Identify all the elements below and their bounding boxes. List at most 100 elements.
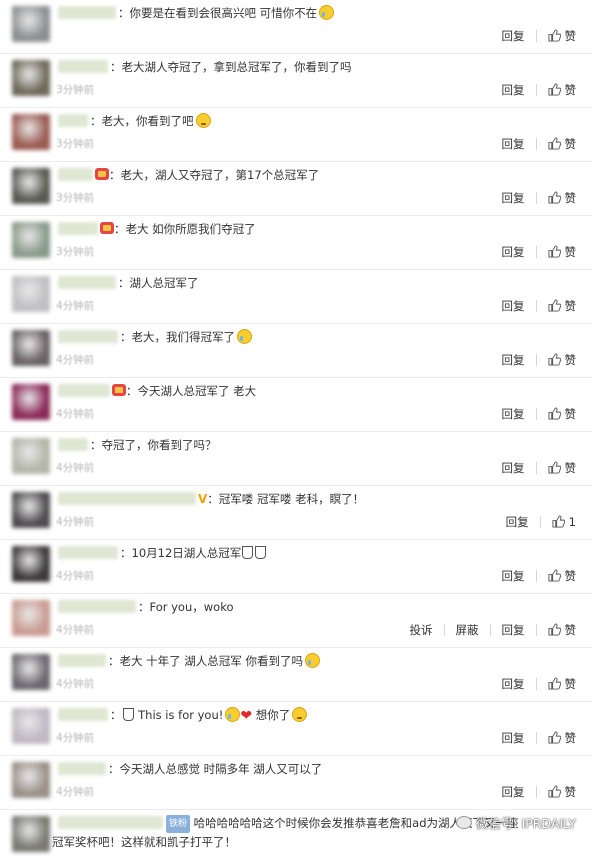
thumbs-up-icon [547,785,561,798]
like-button[interactable]: 赞 [547,244,576,260]
awkward-emoji-icon [195,113,211,128]
username-blurred[interactable] [58,168,93,181]
reply-button[interactable]: 回复 [502,136,525,152]
reply-button[interactable]: 回复 [502,406,525,422]
comment-row: ：老大 如你所愿我们夺冠了 3分钟前 回复 赞 [0,216,592,270]
avatar[interactable] [12,114,50,150]
divider [535,624,537,636]
reply-button[interactable]: 回复 [502,352,525,368]
comment-text: ：湖人总冠军了 [118,274,199,292]
timestamp: 3分钟前 [56,192,95,204]
timestamp: 4分钟前 [56,354,95,366]
reply-button[interactable]: 回复 [502,460,525,476]
like-button[interactable]: 赞 [547,730,576,746]
like-button[interactable]: 赞 [547,82,576,98]
username-blurred[interactable] [58,600,136,613]
avatar[interactable] [12,60,50,96]
comment-text: ：你要是在看到会很高兴吧 可惜你不在 [118,4,335,22]
username-blurred[interactable] [58,114,88,127]
avatar[interactable] [12,600,50,636]
avatar[interactable] [12,708,50,744]
like-button[interactable]: 赞 [547,406,576,422]
comment-row: ：你要是在看到会很高兴吧 可惜你不在回复 赞 [0,0,592,54]
username-blurred[interactable] [58,6,116,19]
divider [535,300,537,312]
reply-button[interactable]: 回复 [502,784,525,800]
avatar[interactable] [12,222,50,258]
username-blurred[interactable] [58,60,108,73]
avatar[interactable] [12,438,50,474]
reply-button[interactable]: 回复 [502,82,525,98]
username-blurred[interactable] [58,384,110,397]
comment-actions: 投诉 屏蔽 回复 赞 [410,622,577,638]
like-button[interactable]: 赞 [547,460,576,476]
avatar[interactable] [12,384,50,420]
thumbs-up-icon [547,569,561,582]
thumbs-up-icon [547,353,561,366]
awkward-emoji-icon [292,707,308,722]
like-button[interactable]: 赞 [547,568,576,584]
avatar[interactable] [12,492,50,528]
thumbs-up-icon [547,731,561,744]
reply-button[interactable]: 回复 [502,676,525,692]
avatar[interactable] [12,816,50,852]
like-button[interactable]: 赞 [547,352,576,368]
comment-text: ：老大 十年了 湖人总冠军 你看到了吗 [108,652,320,670]
comment-actions: 回复 赞 [502,136,577,152]
username-blurred[interactable] [58,654,106,667]
username-blurred[interactable] [58,762,106,775]
crying-emoji-icon [304,653,320,668]
comment-body: ：冠军喽 冠军喽 老科，瞑了！ [207,492,365,506]
like-button[interactable]: 1 [552,515,576,529]
reply-button[interactable]: 回复 [502,730,525,746]
like-label: 1 [568,515,576,529]
trophy-icon [242,546,254,559]
like-button[interactable]: 赞 [547,622,576,638]
reply-button[interactable]: 回复 [502,190,525,206]
divider [535,30,537,42]
comment-body: ：你要是在看到会很高兴吧 可惜你不在 [118,6,318,20]
divider [535,786,537,798]
username-blurred[interactable] [58,816,163,829]
username-blurred[interactable] [58,492,196,505]
reply-button[interactable]: 回复 [502,622,525,638]
username-blurred[interactable] [58,546,118,559]
thumbs-up-icon [547,191,561,204]
reply-button[interactable]: 回复 [502,28,525,44]
like-button[interactable]: 赞 [547,190,576,206]
like-button[interactable]: 赞 [547,136,576,152]
like-button[interactable]: 赞 [547,298,576,314]
like-button[interactable]: 赞 [547,676,576,692]
comment-row: ：老大 十年了 湖人总冠军 你看到了吗 4分钟前 回复 赞 [0,648,592,702]
avatar[interactable] [12,6,50,42]
comment-row: ： This is for you! ❤ 想你了 4分钟前 回复 赞 [0,702,592,756]
divider [539,516,541,528]
reply-button[interactable]: 回复 [506,514,529,530]
comment-actions: 回复 赞 [502,676,577,692]
comment-body: ：夺冠了，你看到了吗？ [90,438,217,452]
avatar[interactable] [12,654,50,690]
reply-button[interactable]: 回复 [502,568,525,584]
username-blurred[interactable] [58,708,108,721]
avatar[interactable] [12,762,50,798]
block-button[interactable]: 屏蔽 [456,622,479,638]
avatar[interactable] [12,546,50,582]
comment-text: ：老大，我们得冠军了 [120,328,252,346]
reply-button[interactable]: 回复 [502,298,525,314]
comment-body: ：老大，湖人又夺冠了，第17个总冠军了 [109,168,320,182]
reply-button[interactable]: 回复 [502,244,525,260]
crown-badge-icon [95,168,109,180]
like-button[interactable]: 赞 [547,28,576,44]
avatar[interactable] [12,168,50,204]
avatar[interactable] [12,330,50,366]
username-blurred[interactable] [58,276,116,289]
like-button[interactable]: 赞 [547,784,576,800]
username-blurred[interactable] [58,438,88,451]
thumbs-up-icon [547,29,561,42]
username-blurred[interactable] [58,330,118,343]
thumbs-up-icon [547,299,561,312]
username-blurred[interactable] [58,222,98,235]
report-button[interactable]: 投诉 [410,622,433,638]
avatar[interactable] [12,276,50,312]
comment-actions: 回复 赞 [502,244,577,260]
